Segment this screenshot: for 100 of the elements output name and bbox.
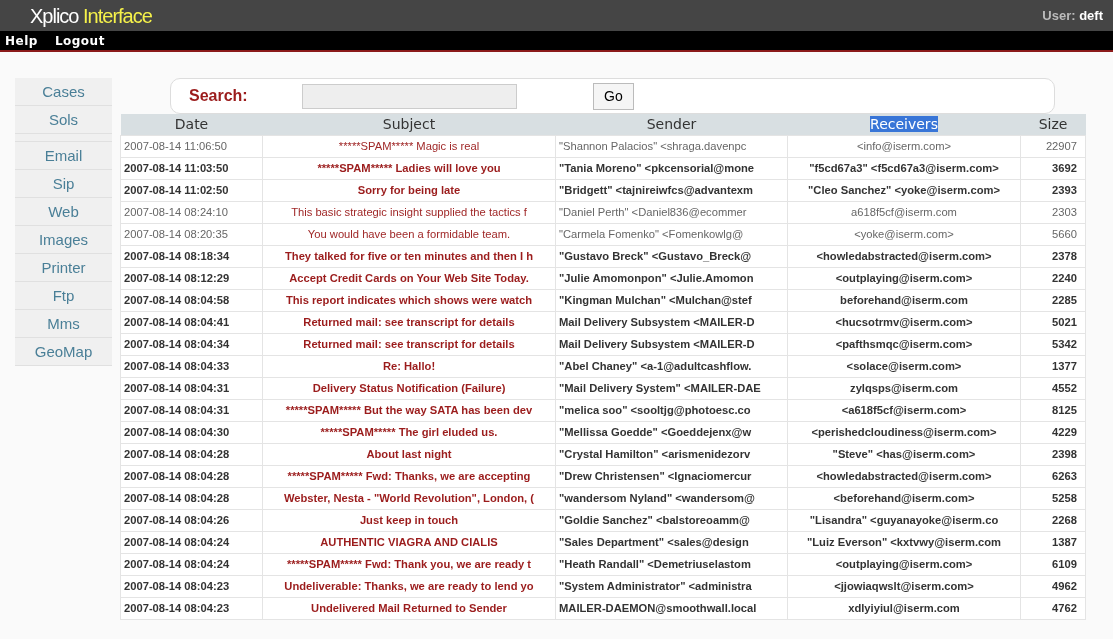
receiver-cell: <perishedcloudiness@iserm.com> — [787, 421, 1021, 444]
subject-cell[interactable]: *****SPAM***** Magic is real — [262, 135, 556, 158]
search-label: Search: — [189, 86, 249, 106]
subject-cell[interactable]: Accept Credit Cards on Your Web Site Today. — [262, 267, 556, 290]
receiver-cell: <jjowiaqwslt@iserm.com> — [787, 575, 1021, 598]
subject-cell[interactable]: This report indicates which shows were watch — [262, 289, 556, 312]
receiver-cell: <outplaying@iserm.com> — [787, 553, 1021, 576]
receiver-cell: <info@iserm.com> — [787, 135, 1021, 158]
sidebar-item[interactable]: Images — [15, 226, 112, 254]
date-cell: 2007-08-14 08:04:33 — [120, 355, 263, 378]
subject-cell[interactable]: *****SPAM***** Fwd: Thanks, we are accepting — [262, 465, 556, 488]
sidebar-item[interactable]: Sip — [15, 170, 112, 198]
date-cell: 2007-08-14 08:04:41 — [120, 311, 263, 334]
receiver-cell: "Steve" <has@iserm.com> — [787, 443, 1021, 466]
receiver-cell: "Luiz Everson" <kxtvwy@iserm.com — [787, 531, 1021, 554]
sender-cell: "System Administrator" <administra — [555, 575, 788, 598]
receiver-cell: <a618f5cf@iserm.com> — [787, 399, 1021, 422]
receiver-cell: <pafthsmqc@iserm.com> — [787, 333, 1021, 356]
receiver-cell: <hucsotrmv@iserm.com> — [787, 311, 1021, 334]
sender-cell: Mail Delivery Subsystem <MAILER-D — [555, 333, 788, 356]
subject-cell[interactable]: *****SPAM***** Ladies will love you — [262, 157, 556, 180]
sender-cell: "Bridgett" <tajnireiwfcs@advantexm — [555, 179, 788, 202]
sidebar-item[interactable]: Cases — [15, 78, 112, 106]
sender-cell: "Carmela Fomenko" <Fomenkowlg@ — [555, 223, 788, 246]
sender-cell: "Mellissa Goedde" <Goeddejenx@w — [555, 421, 788, 444]
sidebar-item[interactable]: Email — [15, 142, 112, 170]
column-header[interactable]: Date — [174, 116, 209, 132]
date-cell: 2007-08-14 08:04:31 — [120, 377, 263, 400]
sender-cell: "Goldie Sanchez" <balstoreoamm@ — [555, 509, 788, 532]
date-cell: 2007-08-14 11:03:50 — [120, 157, 263, 180]
sender-cell: "Abel Chaney" <a-1@adultcashflow. — [555, 355, 788, 378]
menu-link[interactable]: Logout — [54, 31, 105, 50]
sender-cell: "Kingman Mulchan" <Mulchan@stef — [555, 289, 788, 312]
app-title: Xplico Interface — [30, 3, 152, 29]
sender-cell: "wandersom Nyland" <wandersom@ — [555, 487, 788, 510]
date-cell: 2007-08-14 08:04:23 — [120, 597, 263, 620]
subject-cell[interactable]: Re: Hallo! — [262, 355, 556, 378]
receiver-cell: "f5cd67a3" <f5cd67a3@iserm.com> — [787, 157, 1021, 180]
sender-cell: "Shannon Palacios" <shraga.davenpc — [555, 135, 788, 158]
date-cell: 2007-08-14 11:06:50 — [120, 135, 263, 158]
date-cell: 2007-08-14 08:24:10 — [120, 201, 263, 224]
subject-cell[interactable]: Undeliverable: Thanks, we are ready to lend yo — [262, 575, 556, 598]
date-cell: 2007-08-14 08:04:24 — [120, 553, 263, 576]
subject-cell[interactable]: This basic strategic insight supplied the tactics f — [262, 201, 556, 224]
date-cell: 2007-08-14 08:04:28 — [120, 487, 263, 510]
subject-cell[interactable]: You would have been a formidable team. — [262, 223, 556, 246]
receiver-cell: zylqsps@iserm.com — [787, 377, 1021, 400]
sender-cell: "melica soo" <sooltjg@photoesc.co — [555, 399, 788, 422]
sender-cell: "Daniel Perth" <Daniel836@ecommer — [555, 201, 788, 224]
receiver-cell: <beforehand@iserm.com> — [787, 487, 1021, 510]
column-header[interactable]: Receivers — [870, 116, 938, 132]
search-field[interactable] — [302, 83, 517, 109]
subject-cell[interactable]: AUTHENTIC VIAGRA AND CIALIS — [262, 531, 556, 554]
column-header[interactable]: Sender — [646, 116, 697, 132]
sidebar-item[interactable]: GeoMap — [15, 338, 112, 366]
sidebar-item[interactable]: Web — [15, 198, 112, 226]
date-cell: 2007-08-14 08:18:34 — [120, 245, 263, 268]
subject-cell[interactable]: Undelivered Mail Returned to Sender — [262, 597, 556, 620]
sender-cell: "Sales Department" <sales@design — [555, 531, 788, 554]
subject-cell[interactable]: Delivery Status Notification (Failure) — [262, 377, 556, 400]
sender-cell: "Crystal Hamilton" <arismenidezorv — [555, 443, 788, 466]
subject-cell[interactable]: Just keep in touch — [262, 509, 556, 532]
sidebar-item[interactable]: Ftp — [15, 282, 112, 310]
sender-cell: "Heath Randall" <Demetriuselastom — [555, 553, 788, 576]
sidebar-item[interactable]: Printer — [15, 254, 112, 282]
sender-cell: "Mail Delivery System" <MAILER-DAE — [555, 377, 788, 400]
receiver-cell: "Lisandra" <guyanayoke@iserm.co — [787, 509, 1021, 532]
date-cell: 2007-08-14 08:04:58 — [120, 289, 263, 312]
subject-cell[interactable]: Returned mail: see transcript for details — [262, 311, 556, 334]
date-cell: 2007-08-14 08:04:34 — [120, 333, 263, 356]
sender-cell: "Julie Amomonpon" <Julie.Amomon — [555, 267, 788, 290]
sidebar-item[interactable]: Mms — [15, 310, 112, 338]
receiver-cell: <howledabstracted@iserm.com> — [787, 465, 1021, 488]
receiver-cell: <solace@iserm.com> — [787, 355, 1021, 378]
date-cell: 2007-08-14 08:04:28 — [120, 465, 263, 488]
sender-cell: "Tania Moreno" <pkcensorial@mone — [555, 157, 788, 180]
sender-cell: "Drew Christensen" <Ignaciomercur — [555, 465, 788, 488]
sidebar-item[interactable]: Sols — [15, 106, 112, 134]
receiver-cell: a618f5cf@iserm.com — [787, 201, 1021, 224]
date-cell: 2007-08-14 11:02:50 — [120, 179, 263, 202]
date-cell: 2007-08-14 08:04:24 — [120, 531, 263, 554]
column-header[interactable]: Subject — [382, 116, 436, 132]
user-label: User: deft — [1042, 6, 1103, 25]
subject-cell[interactable]: They talked for five or ten minutes and then I h — [262, 245, 556, 268]
subject-cell[interactable]: *****SPAM***** The girl eluded us. — [262, 421, 556, 444]
receiver-cell: <howledabstracted@iserm.com> — [787, 245, 1021, 268]
subject-cell[interactable]: Webster, Nesta - "World Revolution", London, ( — [262, 487, 556, 510]
subject-cell[interactable]: *****SPAM***** Fwd: Thank you, we are ready t — [262, 553, 556, 576]
subject-cell[interactable]: Returned mail: see transcript for details — [262, 333, 556, 356]
receiver-cell: beforehand@iserm.com — [787, 289, 1021, 312]
receiver-cell: "Cleo Sanchez" <yoke@iserm.com> — [787, 179, 1021, 202]
subject-cell[interactable]: About last night — [262, 443, 556, 466]
subject-cell[interactable]: *****SPAM***** But the way SATA has been dev — [262, 399, 556, 422]
go-button[interactable]: Go — [593, 82, 634, 110]
subject-cell[interactable]: Sorry for being late — [262, 179, 556, 202]
receiver-cell: <yoke@iserm.com> — [787, 223, 1021, 246]
sender-cell: MAILER-DAEMON@smoothwall.local — [555, 597, 788, 620]
menu-link[interactable]: Help — [5, 31, 38, 50]
date-cell: 2007-08-14 08:04:26 — [120, 509, 263, 532]
receiver-cell: <outplaying@iserm.com> — [787, 267, 1021, 290]
